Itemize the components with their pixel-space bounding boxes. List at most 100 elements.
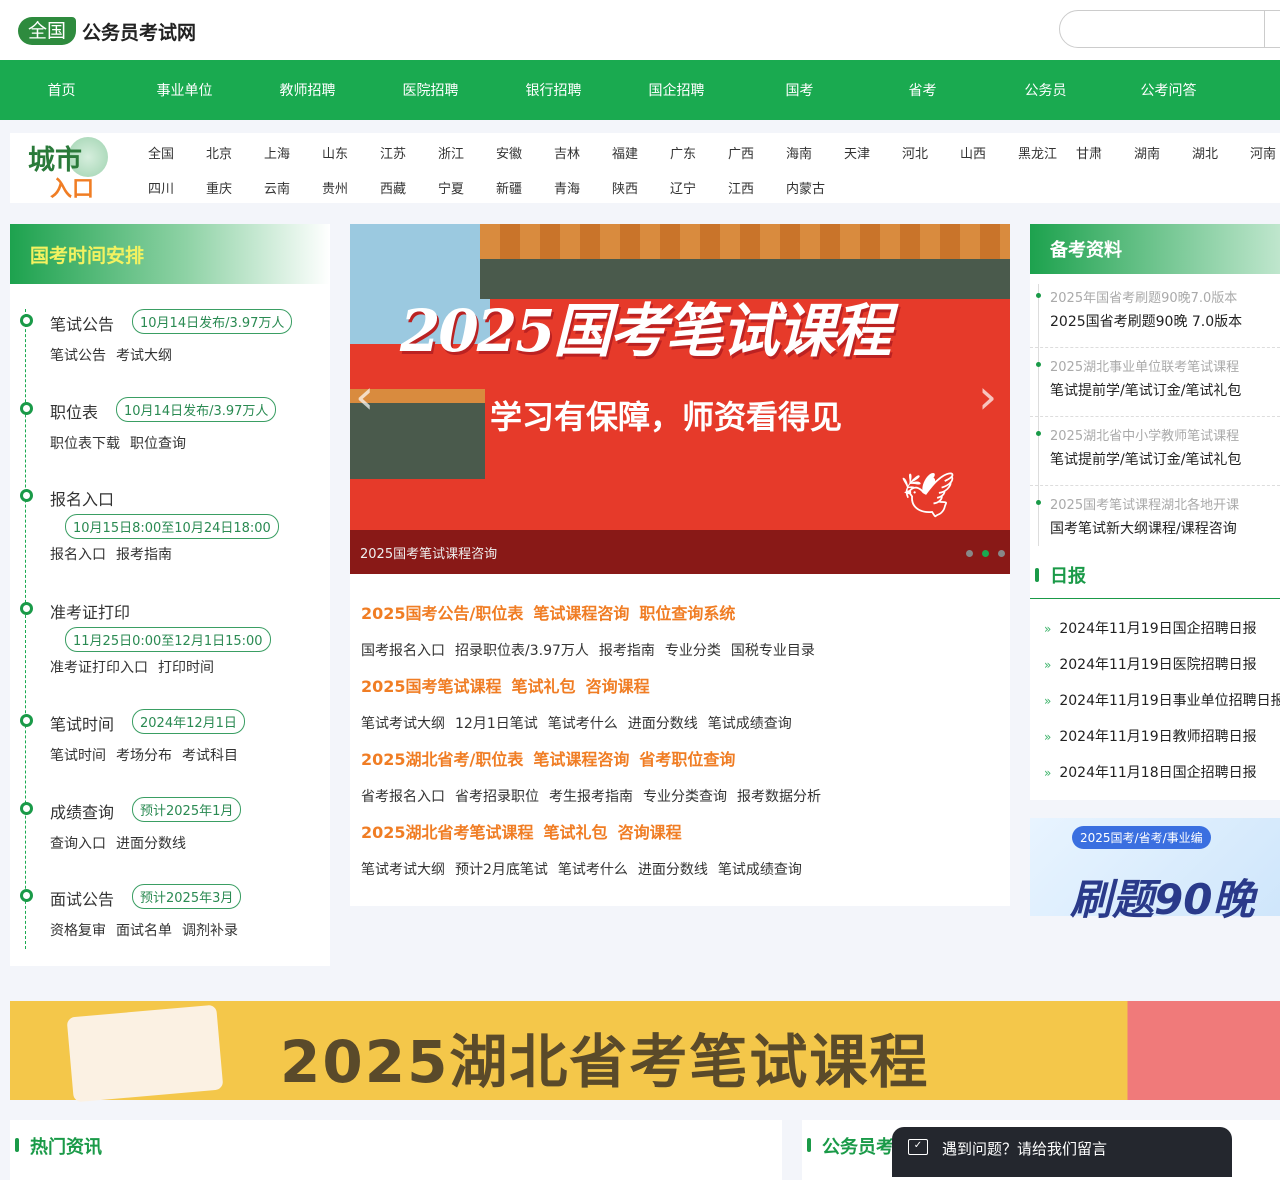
city-link[interactable]: 河北 [902,143,960,162]
logo-badge[interactable]: 全国 [18,17,76,45]
resource-title[interactable]: 笔试提前学/笔试订金/笔试礼包 [1050,380,1241,400]
nav-item[interactable]: 国考 [738,80,861,100]
city-link[interactable]: 山东 [322,143,380,162]
step-title[interactable]: 面试公告 [50,886,114,910]
city-link[interactable]: 江西 [728,178,786,197]
resource-title[interactable]: 国考笔试新大纲课程/课程咨询 [1050,518,1237,538]
resource-title[interactable]: 2025国省考刷题90晚 7.0版本 [1050,311,1242,331]
carousel-caption[interactable]: 2025国考笔试课程咨询 [360,543,497,562]
headline-link[interactable]: 笔试礼包 [512,677,576,696]
headline-link[interactable]: 2025国考笔试课程 [361,677,502,696]
daily-item[interactable]: » 2024年11月19日国企招聘日报 [1044,618,1257,638]
ad-banner[interactable]: 2025国考/省考/事业编 刷题90晚 [1030,818,1280,924]
step-link[interactable]: 笔试时间 [50,748,106,764]
resource-title[interactable]: 笔试提前学/笔试订金/笔试礼包 [1050,449,1241,469]
sub-link[interactable]: 报考数据分析 [737,789,821,805]
city-link[interactable]: 四川 [148,178,206,197]
search-input[interactable] [1059,10,1280,48]
resource-item[interactable]: 2025湖北事业单位联考笔试课程 笔试提前学/笔试订金/笔试礼包 [1030,348,1280,417]
sub-link[interactable]: 笔试考试大纲 [361,716,445,732]
city-link[interactable]: 全国 [148,143,206,162]
city-link[interactable]: 北京 [206,143,264,162]
city-link[interactable]: 福建 [612,143,670,162]
city-link[interactable]: 辽宁 [670,178,728,197]
step-link[interactable]: 查询入口 [50,836,106,852]
step-link[interactable]: 考试大纲 [116,348,172,364]
headline-link[interactable]: 2025国考公告/职位表 [361,604,523,623]
sub-link[interactable]: 进面分数线 [638,862,708,878]
sub-link[interactable]: 国考报名入口 [361,643,445,659]
city-link[interactable]: 重庆 [206,178,264,197]
headline-link[interactable]: 职位查询系统 [639,604,735,623]
city-link[interactable]: 黑龙江 [1018,143,1076,162]
step-link[interactable]: 调剂补录 [182,923,238,939]
daily-item[interactable]: » 2024年11月18日国企招聘日报 [1044,762,1257,782]
resource-item[interactable]: 2025湖北省中小学教师笔试课程 笔试提前学/笔试订金/笔试礼包 [1030,417,1280,486]
step-link[interactable]: 面试名单 [116,923,172,939]
daily-item[interactable]: » 2024年11月19日医院招聘日报 [1044,654,1257,674]
carousel-prev-icon[interactable]: ‹ [355,369,374,425]
promo-banner[interactable]: 2025湖北省考笔试课程 [10,1001,1280,1103]
sub-link[interactable]: 进面分数线 [628,716,698,732]
sub-link[interactable]: 笔试考什么 [548,716,618,732]
sub-link[interactable]: 国税专业目录 [731,643,815,659]
daily-link[interactable]: 2024年11月18日国企招聘日报 [1059,765,1256,781]
city-link[interactable]: 河南 [1250,143,1280,162]
daily-link[interactable]: 2024年11月19日国企招聘日报 [1059,621,1256,637]
step-link[interactable]: 考试科目 [182,748,238,764]
nav-item[interactable]: 国企招聘 [615,80,738,100]
step-link[interactable]: 资格复审 [50,923,106,939]
headline-link[interactable]: 笔试课程咨询 [533,604,629,623]
sub-link[interactable]: 报考指南 [599,643,655,659]
nav-item[interactable]: 银行招聘 [492,80,615,100]
step-title[interactable]: 报名入口 [50,486,114,510]
headline-link[interactable]: 咨询课程 [586,677,650,696]
city-link[interactable]: 浙江 [438,143,496,162]
city-link[interactable]: 甘肃 [1076,143,1134,162]
headline-link[interactable]: 笔试课程咨询 [533,750,629,769]
logo-text[interactable]: 公务员考试网 [82,18,196,45]
city-link[interactable]: 陕西 [612,178,670,197]
step-link[interactable]: 报名入口 [50,547,106,563]
message-widget[interactable]: ✓ 遇到问题？请给我们留言 [892,1127,1232,1177]
carousel-next-icon[interactable]: › [978,369,997,425]
city-link[interactable]: 湖北 [1192,143,1250,162]
city-link[interactable]: 西藏 [380,178,438,197]
daily-link[interactable]: 2024年11月19日教师招聘日报 [1059,729,1256,745]
city-link[interactable]: 广西 [728,143,786,162]
headline-link[interactable]: 笔试礼包 [544,823,608,842]
city-link[interactable]: 吉林 [554,143,612,162]
sub-link[interactable]: 笔试考什么 [558,862,628,878]
nav-item[interactable]: 公考问答 [1107,80,1230,100]
city-link[interactable]: 海南 [786,143,844,162]
city-link[interactable]: 湖南 [1134,143,1192,162]
city-link[interactable]: 天津 [844,143,902,162]
carousel[interactable]: 2025国考笔试课程 学习有保障，师资看得见 🕊 ‹ › 2025国考笔试课程咨… [350,224,1010,574]
step-link[interactable]: 进面分数线 [116,836,186,852]
city-link[interactable]: 贵州 [322,178,380,197]
nav-item[interactable]: 首页 [0,80,123,100]
city-link[interactable]: 广东 [670,143,728,162]
step-link[interactable]: 报考指南 [116,547,172,563]
step-title[interactable]: 职位表 [50,399,98,423]
carousel-dot[interactable] [998,550,1005,557]
step-link[interactable]: 职位查询 [130,436,186,452]
nav-item[interactable]: 事业单位 [123,80,246,100]
sub-link[interactable]: 省考报名入口 [361,789,445,805]
nav-item[interactable]: 医院招聘 [369,80,492,100]
daily-item[interactable]: » 2024年11月19日教师招聘日报 [1044,726,1257,746]
city-link[interactable]: 云南 [264,178,322,197]
city-link[interactable]: 青海 [554,178,612,197]
daily-item[interactable]: » 2024年11月19日事业单位招聘日报 [1044,690,1280,710]
sub-link[interactable]: 省考招录职位 [455,789,539,805]
sub-link[interactable]: 12月1日笔试 [455,716,538,732]
sub-link[interactable]: 专业分类 [665,643,721,659]
headline-link[interactable]: 2025湖北省考/职位表 [361,750,523,769]
headline-link[interactable]: 2025湖北省考笔试课程 [361,823,534,842]
city-link[interactable]: 山西 [960,143,1018,162]
search-button[interactable] [1264,10,1280,48]
resource-item[interactable]: 2025国考笔试课程湖北各地开课 国考笔试新大纲课程/课程咨询 [1030,486,1280,555]
sub-link[interactable]: 笔试成绩查询 [718,862,802,878]
step-link[interactable]: 考场分布 [116,748,172,764]
sub-link[interactable]: 笔试考试大纲 [361,862,445,878]
